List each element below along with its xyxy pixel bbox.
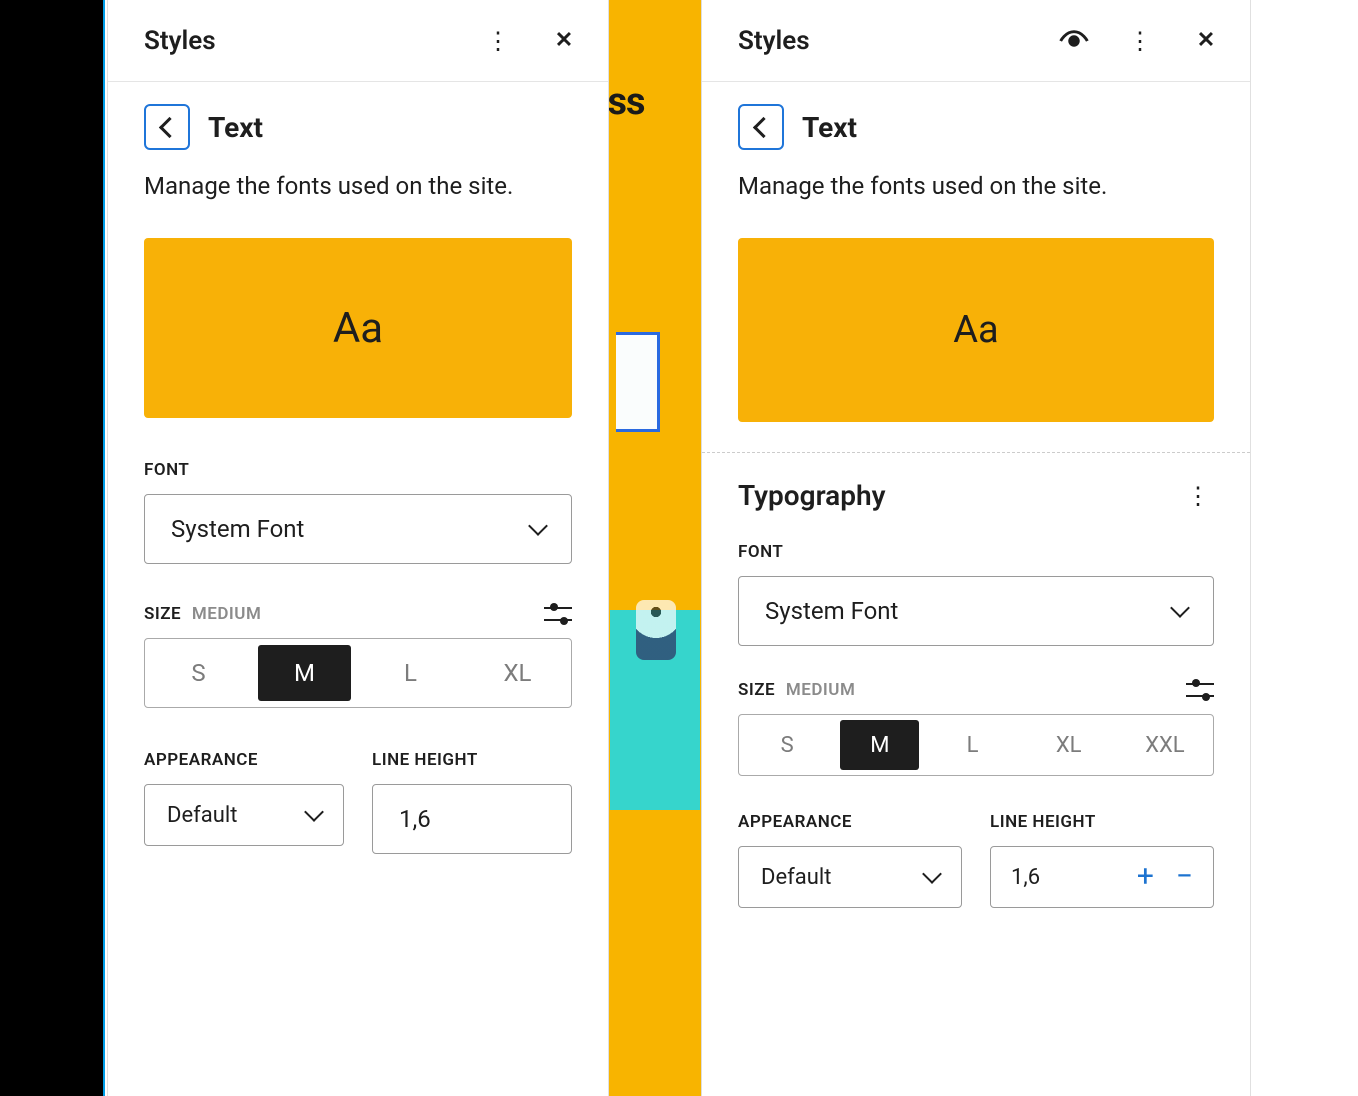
lineheight-value: 1,6: [1011, 865, 1040, 890]
close-icon[interactable]: [548, 25, 580, 57]
size-segmented-control[interactable]: SMLXLXXL: [738, 714, 1214, 776]
panel-header: Styles: [108, 0, 608, 82]
size-label: Size Medium: [738, 680, 855, 700]
size-option-m[interactable]: M: [258, 645, 351, 701]
appearance-label: Appearance: [738, 812, 962, 832]
size-option-s[interactable]: S: [145, 639, 252, 707]
chevron-down-icon: [531, 525, 545, 533]
size-option-s[interactable]: S: [739, 715, 835, 775]
size-label: Size Medium: [144, 604, 261, 624]
panel-description: Manage the fonts used on the site.: [144, 170, 572, 202]
more-menu-icon[interactable]: [482, 25, 514, 57]
size-option-xl[interactable]: XL: [1021, 715, 1117, 775]
lineheight-label: Line Height: [372, 750, 572, 770]
typography-options-icon[interactable]: [1182, 480, 1214, 512]
panel-description: Manage the fonts used on the site.: [738, 170, 1214, 202]
section-divider: [702, 452, 1250, 453]
more-menu-icon[interactable]: [1124, 25, 1156, 57]
font-label: Font: [738, 542, 1214, 562]
appearance-select[interactable]: Default: [738, 846, 962, 908]
chevron-down-icon: [1173, 607, 1187, 615]
bg-orange-strip: [607, 0, 701, 1096]
chevron-down-icon: [925, 873, 939, 881]
typography-section-title: Typography: [738, 479, 886, 512]
font-select-value: System Font: [171, 515, 304, 543]
size-option-l[interactable]: L: [357, 639, 464, 707]
style-book-icon[interactable]: [1058, 25, 1090, 57]
breadcrumb-title: Text: [208, 111, 263, 144]
back-button[interactable]: [144, 104, 190, 150]
close-icon[interactable]: [1190, 25, 1222, 57]
lineheight-decrement-button[interactable]: −: [1176, 862, 1193, 892]
size-option-xl[interactable]: XL: [464, 639, 571, 707]
custom-size-icon[interactable]: [544, 604, 572, 624]
bg-black-strip: [0, 0, 105, 1096]
font-select[interactable]: System Font: [144, 494, 572, 564]
bg-outline-box: [616, 332, 660, 432]
chevron-left-icon: [158, 120, 177, 135]
size-option-l[interactable]: L: [924, 715, 1020, 775]
appearance-label: Appearance: [144, 750, 344, 770]
chevron-left-icon: [752, 120, 771, 135]
size-option-m[interactable]: M: [840, 720, 919, 770]
back-button[interactable]: [738, 104, 784, 150]
size-segmented-control[interactable]: SMLXL: [144, 638, 572, 708]
lineheight-value: 1,6: [399, 805, 431, 833]
size-option-xxl[interactable]: XXL: [1117, 715, 1213, 775]
lineheight-label: Line Height: [990, 812, 1214, 832]
breadcrumb-title: Text: [802, 111, 857, 144]
lineheight-input[interactable]: 1,6 + −: [990, 846, 1214, 908]
typography-preview: Aa: [144, 238, 572, 418]
panel-header: Styles: [702, 0, 1250, 82]
appearance-value: Default: [167, 803, 237, 828]
styles-panel-right: Styles Text Manage the fonts used on the…: [701, 0, 1251, 1096]
appearance-select[interactable]: Default: [144, 784, 344, 846]
typography-preview: Aa: [738, 238, 1214, 422]
font-label: Font: [144, 460, 572, 480]
lineheight-increment-button[interactable]: +: [1137, 862, 1154, 892]
breadcrumb: Text: [738, 104, 1214, 150]
custom-size-icon[interactable]: [1186, 680, 1214, 700]
breadcrumb: Text: [144, 104, 572, 150]
chevron-down-icon: [307, 811, 321, 819]
lineheight-input[interactable]: 1,6: [372, 784, 572, 854]
font-select[interactable]: System Font: [738, 576, 1214, 646]
panel-title: Styles: [738, 26, 810, 56]
bg-illustration: [636, 600, 676, 660]
styles-panel-left: Styles Text Manage the fonts used on the…: [107, 0, 609, 1096]
panel-title: Styles: [144, 26, 216, 56]
font-select-value: System Font: [765, 597, 898, 625]
appearance-value: Default: [761, 865, 831, 890]
